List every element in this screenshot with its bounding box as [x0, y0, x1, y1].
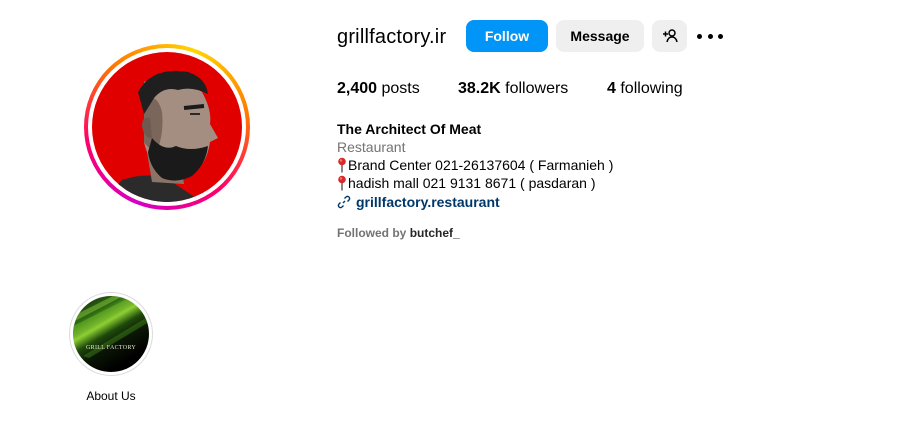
- link-icon: [337, 195, 351, 209]
- more-options-icon[interactable]: [697, 24, 723, 48]
- profile-website-link[interactable]: grillfactory.restaurant: [337, 193, 613, 211]
- avatar-border: [88, 48, 246, 206]
- follow-button[interactable]: Follow: [466, 20, 548, 52]
- followers-number: 38.2K: [458, 80, 501, 97]
- posts-number: 2,400: [337, 80, 378, 97]
- profile-bio: The Architect Of Meat Restaurant Brand C…: [337, 120, 613, 211]
- bio-address-line-1: Brand Center 021-26137604 ( Farmanieh ): [337, 156, 613, 174]
- bio-address-text-2: hadish mall 021 9131 8671 ( pasdaran ): [348, 175, 596, 191]
- profile-avatar[interactable]: [84, 44, 250, 210]
- bio-address-text-1: Brand Center 021-26137604 ( Farmanieh ): [348, 157, 614, 173]
- message-button[interactable]: Message: [556, 20, 644, 52]
- round-pushpin-icon: [337, 175, 347, 191]
- highlight-texture: [73, 296, 149, 358]
- profile-category: Restaurant: [337, 139, 406, 155]
- followed-by[interactable]: Followed by butchef_: [337, 226, 460, 240]
- profile-username: grillfactory.ir: [337, 26, 447, 48]
- posts-count: 2,400 posts: [337, 80, 420, 98]
- followers-link[interactable]: 38.2K followers: [458, 80, 568, 98]
- following-link[interactable]: 4 following: [607, 80, 683, 98]
- highlight-label: About Us: [86, 389, 136, 403]
- more-dot: [718, 33, 723, 39]
- add-user-button[interactable]: [652, 20, 687, 52]
- posts-label: posts: [381, 80, 420, 97]
- bio-address-line-2: hadish mall 021 9131 8671 ( pasdaran ): [337, 174, 613, 192]
- following-number: 4: [607, 80, 616, 97]
- followed-by-prefix: Followed by: [337, 226, 407, 240]
- add-user-icon: [662, 29, 678, 43]
- round-pushpin-icon: [337, 157, 347, 173]
- followers-label: followers: [505, 80, 569, 97]
- highlight-cover: GRILL FACTORY: [73, 296, 149, 372]
- avatar-illustration: [102, 70, 218, 202]
- followed-by-user: butchef_: [409, 226, 460, 240]
- profile-display-name: The Architect Of Meat: [337, 121, 482, 137]
- bearded-man-avatar-icon: [92, 52, 242, 202]
- highlight-about-us[interactable]: GRILL FACTORY: [69, 292, 153, 376]
- website-link-text: grillfactory.restaurant: [356, 194, 500, 210]
- highlight-cover-text: GRILL FACTORY: [86, 345, 136, 351]
- following-label: following: [620, 80, 683, 97]
- more-dot: [697, 33, 702, 39]
- more-dot: [707, 33, 713, 39]
